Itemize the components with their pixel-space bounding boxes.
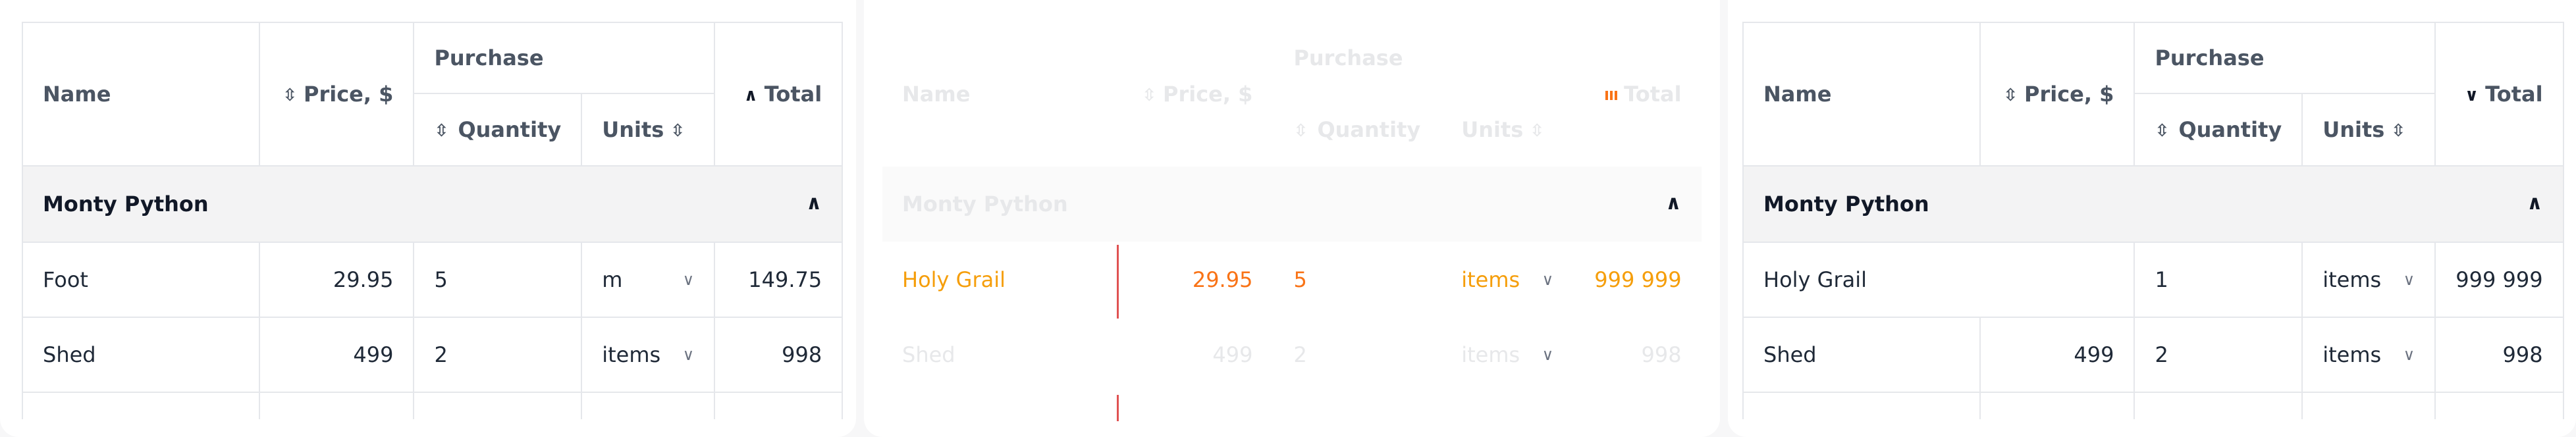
- transition-divider-line: [1117, 395, 1119, 421]
- sort-icon: ⇳: [282, 86, 297, 105]
- column-header-total[interactable]: ∧ Total: [714, 22, 844, 167]
- units-select-value: items: [2322, 267, 2382, 292]
- group-row[interactable]: Monty Python ∧: [1742, 165, 2564, 243]
- collapse-chevron-up-icon[interactable]: ∧: [2527, 192, 2542, 215]
- table-frame-sorted-desc: Name ⇳ Price, $ Purchase ∨ Total ⇳ Quantity…: [1728, 0, 2576, 437]
- data-table-ghost: Name ⇳ Price, $ Purchase Total ⇳ Quantity …: [881, 22, 1703, 419]
- cell-price: 499: [1979, 317, 2135, 393]
- cell-units[interactable]: items ∨: [1441, 242, 1574, 317]
- collapse-chevron-up-icon[interactable]: ∧: [1665, 192, 1681, 215]
- collapse-chevron-up-icon[interactable]: ∧: [806, 192, 822, 215]
- sort-icon: ⇳: [2003, 86, 2018, 105]
- cell-price: 29.95: [258, 242, 415, 318]
- units-select-value: items: [1461, 342, 1520, 367]
- cell-name: Shed: [22, 317, 260, 393]
- cell-quantity[interactable]: 2: [413, 317, 583, 393]
- sort-icon: ⇳: [434, 121, 449, 141]
- units-select-value: items: [2322, 342, 2382, 367]
- chevron-down-icon[interactable]: ∨: [683, 346, 695, 364]
- column-header-price[interactable]: ⇳ Price, $: [1119, 22, 1273, 166]
- table-frame-sorted-asc: Name ⇳ Price, $ Purchase ∧ Total ⇳ Quantity…: [0, 0, 856, 437]
- chevron-down-icon[interactable]: ∨: [2403, 346, 2415, 364]
- column-header-total[interactable]: ∨ Total: [2434, 22, 2564, 167]
- table-row-partial: [1742, 392, 2564, 419]
- column-header-units[interactable]: Units ⇳: [1441, 93, 1574, 166]
- column-group-purchase: Purchase: [1293, 45, 1403, 70]
- units-select-value: m: [602, 267, 623, 292]
- cell-units[interactable]: items ∨: [581, 317, 716, 393]
- cell-total: 999 999: [2434, 242, 2564, 318]
- group-row[interactable]: Monty Python ∧: [882, 166, 1702, 242]
- chevron-down-icon[interactable]: ∨: [1542, 270, 1554, 289]
- cell-price: 499: [258, 317, 415, 393]
- table-frame-transition: Name ⇳ Price, $ Purchase Total ⇳ Quantity …: [864, 0, 1720, 437]
- cell-quantity[interactable]: 5: [1273, 242, 1441, 317]
- sort-icon: ⇳: [2155, 121, 2170, 141]
- table-row-partial: [22, 392, 844, 419]
- column-header-quantity[interactable]: ⇳ Quantity: [413, 93, 583, 167]
- chevron-down-icon[interactable]: ∨: [2403, 270, 2415, 289]
- cell-name: Shed: [1742, 317, 1981, 393]
- column-header-name[interactable]: Name: [22, 22, 260, 167]
- canvas: Name ⇳ Price, $ Purchase ∧ Total ⇳ Quantity…: [0, 0, 2576, 437]
- column-header-units[interactable]: Units ⇳: [2301, 93, 2436, 167]
- transition-divider-line: [1117, 245, 1119, 319]
- sort-icon: ⇳: [1293, 121, 1308, 141]
- cell-total: 998: [714, 317, 844, 393]
- sort-ascending-icon: ∧: [743, 86, 758, 105]
- table-row: Holy Grail 1 items ∨ 999 999: [1742, 242, 2564, 318]
- cell-name: Foot: [22, 242, 260, 318]
- table-row: Shed 499 2 items ∨ 998: [22, 317, 844, 393]
- cell-quantity[interactable]: 2: [1273, 317, 1441, 392]
- column-header-quantity[interactable]: ⇳ Quantity: [1273, 93, 1441, 166]
- cell-quantity[interactable]: 5: [413, 242, 583, 318]
- column-header-price[interactable]: ⇳ Price, $: [1979, 22, 2135, 167]
- column-header-name[interactable]: Name: [882, 22, 1119, 166]
- cell-units[interactable]: m ∨: [581, 242, 716, 318]
- column-header-total[interactable]: Total: [1574, 22, 1702, 166]
- table-row: Foot 29.95 5 m ∨ 149.75: [22, 242, 844, 318]
- sort-descending-icon: ∨: [2465, 86, 2479, 105]
- cell-units[interactable]: items ∨: [2301, 317, 2436, 393]
- cell-units[interactable]: items ∨: [2301, 242, 2436, 318]
- table-row: Shed 499 2 items ∨ 998: [1742, 317, 2564, 393]
- cell-price: 499: [1212, 342, 1253, 367]
- column-group-purchase: Purchase: [413, 22, 716, 94]
- cell-total: 999 999: [1594, 267, 1682, 292]
- cell-name: Shed: [902, 342, 955, 367]
- cell-total: 149.75: [714, 242, 844, 318]
- cell-price: 29.95: [1192, 267, 1253, 292]
- cell-quantity[interactable]: 1: [2133, 242, 2303, 318]
- cell-total: 998: [2434, 317, 2564, 393]
- column-header-name[interactable]: Name: [1742, 22, 1981, 167]
- table-row: Shed 499 2 items ∨ 998: [882, 317, 1702, 392]
- sort-icon: ⇳: [1142, 86, 1156, 105]
- cell-name: Holy Grail: [1742, 242, 2135, 318]
- column-header-price[interactable]: ⇳ Price, $: [258, 22, 415, 167]
- data-table: Name ⇳ Price, $ Purchase ∧ Total ⇳ Quantity…: [21, 22, 844, 419]
- units-select-value: items: [602, 342, 661, 367]
- cell-units[interactable]: items ∨: [1441, 317, 1574, 392]
- column-header-quantity[interactable]: ⇳ Quantity: [2133, 93, 2303, 167]
- sort-icon: ⇳: [670, 121, 685, 141]
- table-row-partial: [882, 392, 1702, 419]
- chevron-down-icon[interactable]: ∨: [1542, 346, 1554, 364]
- sort-icon: ⇳: [2391, 121, 2406, 141]
- sort-transition-icon: [1605, 91, 1619, 100]
- cell-quantity[interactable]: 2: [2133, 317, 2303, 393]
- cell-total: 998: [1641, 342, 1682, 367]
- column-group-purchase: Purchase: [2133, 22, 2436, 94]
- data-table: Name ⇳ Price, $ Purchase ∨ Total ⇳ Quantity…: [1742, 22, 2564, 419]
- chevron-down-icon[interactable]: ∨: [683, 270, 695, 289]
- units-select-value: items: [1461, 267, 1520, 292]
- sort-icon: ⇳: [1530, 121, 1545, 141]
- cell-name: Holy Grail: [902, 267, 1006, 292]
- table-row: Holy Grail 29.95 5 items ∨ 999 999: [882, 242, 1702, 317]
- column-header-units[interactable]: Units ⇳: [581, 93, 716, 167]
- group-row[interactable]: Monty Python ∧: [21, 165, 844, 243]
